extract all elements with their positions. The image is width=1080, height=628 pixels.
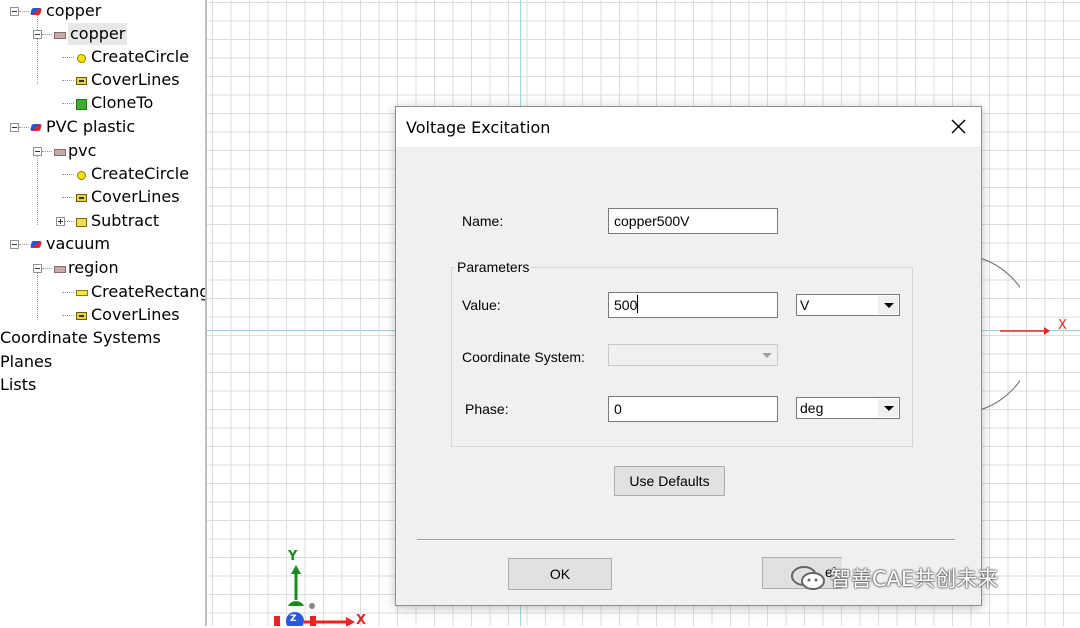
triad-y-label: Y [288, 549, 298, 564]
chevron-down-icon [756, 346, 776, 364]
clone-icon [76, 99, 87, 110]
collapse-icon[interactable] [10, 240, 19, 249]
close-icon[interactable] [943, 113, 973, 141]
tree-item-copper[interactable]: copper [0, 0, 205, 22]
triad-z-label: Z [290, 614, 297, 624]
text-caret [637, 295, 638, 313]
dialog-separator [417, 539, 955, 541]
tree-item-label: CreateRectang [91, 282, 205, 301]
sheet-icon [54, 149, 66, 156]
tree-item-lists[interactable]: Lists [0, 374, 205, 396]
sheet-icon [54, 266, 66, 273]
tree-item-label: copper [46, 1, 102, 20]
tree-item-label: CoverLines [91, 187, 180, 206]
name-input[interactable]: copper500V [608, 208, 778, 234]
use-defaults-button[interactable]: Use Defaults [614, 466, 725, 496]
value-label: Value: [462, 297, 501, 313]
dialog-titlebar[interactable]: Voltage Excitation [396, 107, 981, 147]
collapse-icon[interactable] [10, 123, 19, 132]
circle-icon [77, 54, 86, 63]
watermark-text: 智善CAE共创未来 [830, 567, 999, 591]
coordinate-system-label: Coordinate System: [462, 349, 585, 365]
tree-item-label: Coordinate Systems [0, 328, 161, 347]
tree-item-label: pvc [68, 141, 97, 160]
tree-item-label: CreateCircle [91, 164, 190, 183]
cover-lines-icon [76, 77, 87, 85]
value-unit-text: V [800, 297, 810, 313]
tree-item-createrectangle[interactable]: CreateRectang [0, 281, 205, 303]
tree-item-subtract[interactable]: Subtract [0, 210, 205, 232]
value-input[interactable]: 500 [608, 292, 778, 318]
tree-item-label: CoverLines [91, 305, 180, 324]
model-tree: copper copper CreateCircle CoverLines Cl… [0, 0, 205, 626]
cover-lines-icon [76, 312, 87, 320]
x-axis-label: X [1058, 318, 1067, 333]
tree-item-vacuum[interactable]: vacuum [0, 233, 205, 255]
tree-item-label: PVC plastic [46, 117, 136, 136]
subtract-icon [76, 218, 87, 227]
ok-button[interactable]: OK [508, 558, 612, 590]
tree-item-label: Planes [0, 352, 53, 371]
expand-icon[interactable] [56, 217, 65, 226]
collapse-icon[interactable] [10, 7, 19, 16]
voltage-excitation-dialog: Voltage Excitation Name: copper500V Para… [395, 106, 982, 606]
tree-item-label: Subtract [91, 211, 160, 230]
tree-item-createcircle[interactable]: CreateCircle [0, 163, 205, 185]
phase-unit-select[interactable]: deg [796, 397, 900, 419]
solid-icon [30, 124, 42, 131]
chat-bubble-icon [791, 566, 825, 590]
solid-icon [30, 241, 42, 248]
collapse-icon[interactable] [33, 147, 42, 156]
tree-item-copper-sheet[interactable]: copper [0, 23, 205, 45]
phase-input[interactable]: 0 [608, 396, 778, 422]
x-axis-arrow-icon [1000, 327, 1050, 335]
phase-label: Phase: [465, 401, 509, 417]
tree-item-label: CreateCircle [91, 47, 190, 66]
watermark: 智善CAE共创未来 [790, 563, 998, 593]
collapse-icon[interactable] [33, 30, 42, 39]
collapse-icon[interactable] [33, 264, 42, 273]
chevron-down-icon [878, 296, 898, 314]
cover-lines-icon [76, 194, 87, 202]
tree-item-coverlines[interactable]: CoverLines [0, 304, 205, 326]
tree-item-coverlines[interactable]: CoverLines [0, 69, 205, 91]
dialog-title: Voltage Excitation [406, 118, 551, 137]
tree-item-label: copper [68, 23, 128, 45]
chevron-down-icon [878, 399, 898, 417]
tree-item-cloneto[interactable]: CloneTo [0, 92, 205, 114]
tree-item-label: Lists [0, 375, 37, 394]
tree-item-label: CloneTo [91, 93, 154, 112]
rectangle-icon [76, 290, 88, 296]
tree-item-createcircle[interactable]: CreateCircle [0, 46, 205, 68]
tree-item-pvc-plastic[interactable]: PVC plastic [0, 116, 205, 138]
tree-item-planes[interactable]: Planes [0, 351, 205, 373]
tree-item-coverlines[interactable]: CoverLines [0, 186, 205, 208]
tree-item-region[interactable]: region [0, 257, 205, 279]
tree-item-label: vacuum [46, 234, 110, 253]
value-unit-select[interactable]: V [796, 294, 900, 316]
tree-item-label: region [68, 258, 119, 277]
phase-unit-text: deg [800, 400, 824, 416]
name-label: Name: [462, 213, 504, 229]
coordinate-system-select[interactable] [608, 344, 778, 366]
circle-icon [77, 171, 86, 180]
tree-item-pvc[interactable]: pvc [0, 140, 205, 162]
parameters-group-label: Parameters [455, 259, 532, 275]
tree-item-label: CoverLines [91, 70, 180, 89]
sheet-icon [54, 32, 66, 39]
solid-icon [30, 8, 42, 15]
